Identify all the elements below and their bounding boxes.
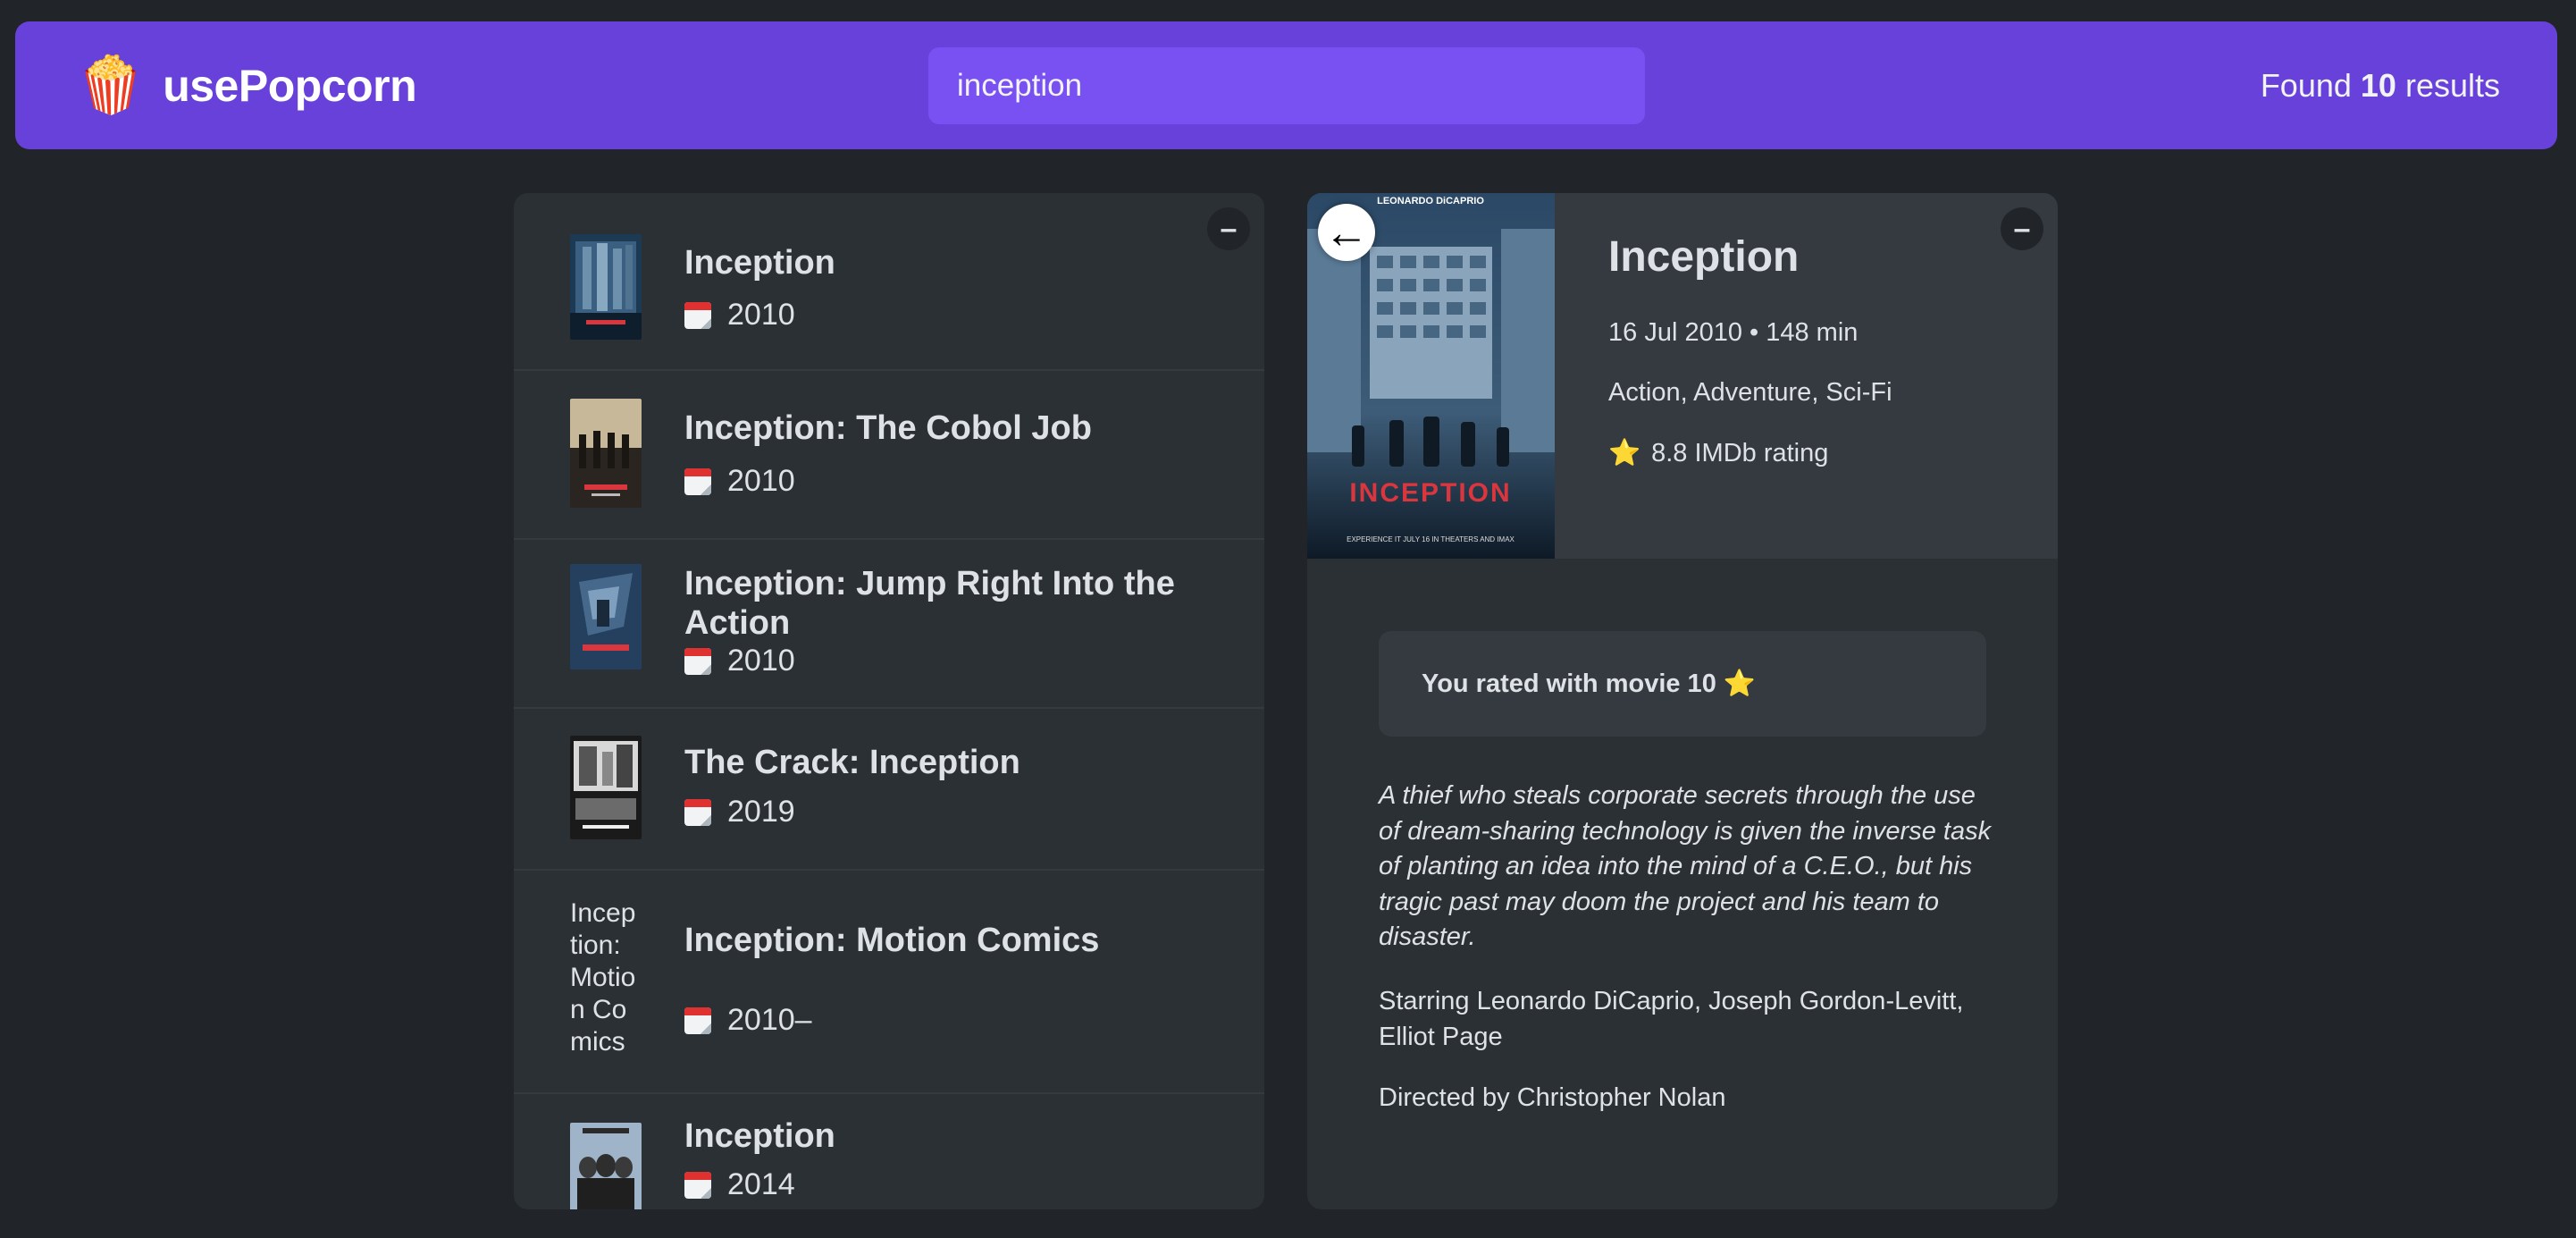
imdb-rating: ⭐️ 8.8 IMDb rating <box>1608 439 1829 467</box>
movie-year: 2010– <box>684 1003 812 1038</box>
user-rating-text: You rated with movie 10 ⭐️ <box>1422 670 1756 698</box>
list-item[interactable]: The Crack: Inception 2019 <box>514 709 1264 871</box>
movie-details-box: – LEONARDO DiCAPRIO INCEPTION EXPERIENCE… <box>1307 193 2058 1209</box>
list-item[interactable]: Inception 2010 <box>514 193 1264 371</box>
starring: Starring Leonardo DiCaprio, Joseph Gordo… <box>1379 987 1964 1051</box>
list-item[interactable]: Inception: The Cobol Job 2010 <box>514 371 1264 540</box>
movie-title: Inception: Jump Right Into the Action <box>684 565 1175 642</box>
details-header: LEONARDO DiCAPRIO INCEPTION EXPERIENCE I… <box>1307 193 2058 559</box>
poster-top-text: LEONARDO DiCAPRIO <box>1377 196 1484 206</box>
movie-list-box: – Inception 2010 Inception: The Cobol Jo… <box>514 193 1264 1209</box>
list-item[interactable]: Inception: Motion Comics poster Inceptio… <box>514 871 1264 1094</box>
results-count: Found 10 results <box>2260 66 2500 104</box>
calendar-icon <box>684 798 711 826</box>
details-title: Inception <box>1608 233 1800 281</box>
nav-bar: 🍿 usePopcorn Found 10 results <box>15 21 2557 149</box>
back-button[interactable]: ← <box>1318 204 1375 261</box>
user-rating-box: You rated with movie 10 ⭐️ <box>1379 631 1986 737</box>
movie-year: 2019 <box>684 795 795 830</box>
movie-poster <box>570 736 642 839</box>
movie-title: The Crack: Inception <box>684 744 1020 781</box>
release-runtime: 16 Jul 2010 • 148 min <box>1608 318 1859 347</box>
movie-title: Inception: The Cobol Job <box>684 409 1092 447</box>
genre: Action, Adventure, Sci-Fi <box>1608 378 1892 407</box>
star-icon: ⭐️ <box>1608 439 1641 467</box>
popcorn-icon: 🍿 <box>76 54 146 116</box>
plot: A thief who steals corporate secrets thr… <box>1379 781 1992 951</box>
logo-text: usePopcorn <box>163 60 417 111</box>
movie-title: Inception: Motion Comics <box>684 922 1100 959</box>
poster-title-text: INCEPTION <box>1349 478 1511 508</box>
list-item[interactable]: Inception: Jump Right Into the Action 20… <box>514 540 1264 709</box>
movie-year: 2010 <box>684 644 795 678</box>
movie-year: 2010 <box>684 464 795 499</box>
calendar-icon <box>684 647 711 675</box>
calendar-icon <box>684 467 711 495</box>
broken-poster-image: Inception: Motion Comics poster <box>570 898 636 1057</box>
movie-year: 2010 <box>684 298 795 333</box>
movie-title: Inception <box>684 1117 835 1155</box>
movie-year: 2014 <box>684 1167 795 1202</box>
movie-poster <box>570 1123 642 1209</box>
search-input[interactable] <box>928 47 1645 124</box>
movie-poster <box>570 399 642 508</box>
collapse-details-button[interactable]: – <box>2001 207 2043 250</box>
calendar-icon <box>684 1171 711 1199</box>
list-item[interactable]: Inception 2014 <box>514 1094 1264 1209</box>
calendar-icon <box>684 1006 711 1034</box>
movie-poster <box>570 234 642 340</box>
poster-bottom-text: EXPERIENCE IT JULY 16 IN THEATERS AND IM… <box>1347 535 1515 543</box>
logo: 🍿 usePopcorn <box>76 54 417 116</box>
movie-title: Inception <box>684 244 835 282</box>
collapse-list-button[interactable]: – <box>1207 207 1250 250</box>
director: Directed by Christopher Nolan <box>1379 1083 1726 1112</box>
calendar-icon <box>684 301 711 329</box>
movie-poster <box>570 564 642 670</box>
